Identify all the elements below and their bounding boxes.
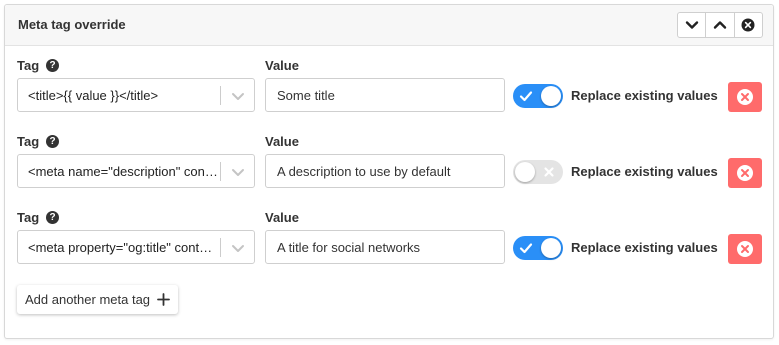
- replace-label: Replace existing values: [571, 164, 718, 179]
- value-input-text: A title for social networks: [277, 240, 421, 255]
- tag-select[interactable]: <meta property="og:title" cont…: [17, 230, 255, 264]
- tag-select[interactable]: <meta name="description" con…: [17, 154, 255, 188]
- value-input[interactable]: A title for social networks: [265, 230, 505, 264]
- value-input[interactable]: A description to use by default: [265, 154, 505, 188]
- toggle-knob: [541, 238, 561, 258]
- chevron-down-icon: [232, 169, 244, 176]
- help-icon[interactable]: ?: [46, 59, 59, 72]
- help-icon[interactable]: ?: [46, 211, 59, 224]
- toggle-knob: [541, 86, 561, 106]
- delete-row-button[interactable]: [728, 82, 762, 112]
- replace-toggle[interactable]: [513, 236, 563, 260]
- delete-row-button[interactable]: [728, 158, 762, 188]
- replace-label: Replace existing values: [571, 240, 718, 255]
- value-label: Value: [265, 134, 299, 149]
- collapse-button[interactable]: [678, 13, 707, 37]
- select-separator: [220, 86, 221, 105]
- select-separator: [220, 162, 221, 181]
- tag-select-value: <title>{{ value }}</title>: [28, 88, 159, 103]
- tag-select-value: <meta property="og:title" cont…: [28, 240, 213, 255]
- add-meta-tag-button[interactable]: Add another meta tag: [17, 285, 179, 314]
- replace-toggle[interactable]: [513, 84, 563, 108]
- close-circle-icon: [737, 165, 753, 181]
- meta-tag-row: Tag ? Value <title>{{ value }}</title> S…: [5, 53, 773, 119]
- tag-label: Tag: [17, 134, 40, 149]
- value-label: Value: [265, 58, 299, 73]
- value-label: Value: [265, 210, 299, 225]
- expand-button[interactable]: [706, 13, 735, 37]
- panel-controls: [677, 12, 763, 38]
- close-circle-icon: [741, 18, 755, 32]
- value-input-text: Some title: [277, 88, 335, 103]
- tag-label: Tag: [17, 210, 40, 225]
- meta-tag-row: Tag ? Value <meta property="og:title" co…: [5, 205, 773, 271]
- replace-label: Replace existing values: [571, 88, 718, 103]
- replace-toggle[interactable]: [513, 160, 563, 184]
- chevron-down-icon: [232, 93, 244, 100]
- panel-header: Meta tag override: [5, 5, 773, 46]
- tag-select[interactable]: <title>{{ value }}</title>: [17, 78, 255, 112]
- value-input-text: A description to use by default: [277, 164, 451, 179]
- check-icon: [519, 91, 533, 102]
- select-separator: [220, 238, 221, 257]
- check-icon: [519, 243, 533, 254]
- chevron-up-icon: [713, 21, 727, 29]
- tag-label: Tag: [17, 58, 40, 73]
- chevron-down-icon: [685, 21, 698, 29]
- meta-tag-override-panel: Meta tag override Tag ? Value <title>{{ …: [4, 4, 774, 339]
- value-input[interactable]: Some title: [265, 78, 505, 112]
- tag-select-value: <meta name="description" con…: [28, 164, 218, 179]
- toggle-knob: [515, 162, 535, 182]
- help-icon[interactable]: ?: [46, 135, 59, 148]
- close-circle-icon: [737, 89, 753, 105]
- close-circle-icon: [737, 241, 753, 257]
- plus-icon: [157, 293, 170, 306]
- meta-tag-row: Tag ? Value <meta name="description" con…: [5, 129, 773, 195]
- add-meta-tag-label: Add another meta tag: [25, 292, 151, 307]
- x-icon: [544, 167, 554, 177]
- chevron-down-icon: [232, 245, 244, 252]
- remove-panel-button[interactable]: [735, 13, 762, 37]
- panel-title: Meta tag override: [18, 17, 126, 32]
- delete-row-button[interactable]: [728, 234, 762, 264]
